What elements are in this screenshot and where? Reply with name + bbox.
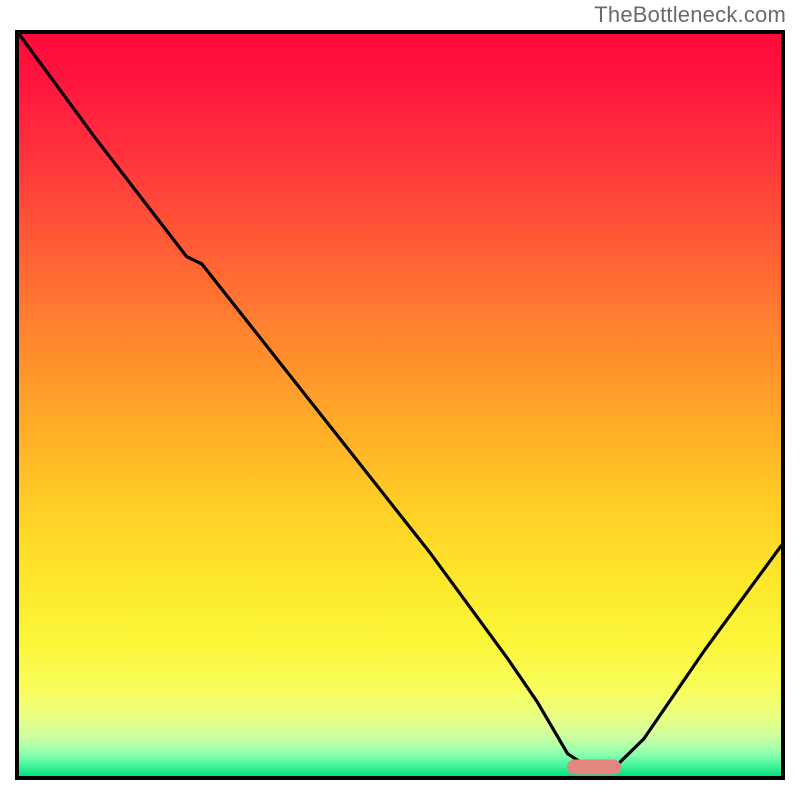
bottleneck-curve — [19, 34, 781, 769]
watermark-text: TheBottleneck.com — [594, 2, 786, 28]
target-marker — [567, 760, 621, 775]
chart-curve-svg — [19, 34, 781, 776]
chart-frame — [15, 30, 785, 780]
